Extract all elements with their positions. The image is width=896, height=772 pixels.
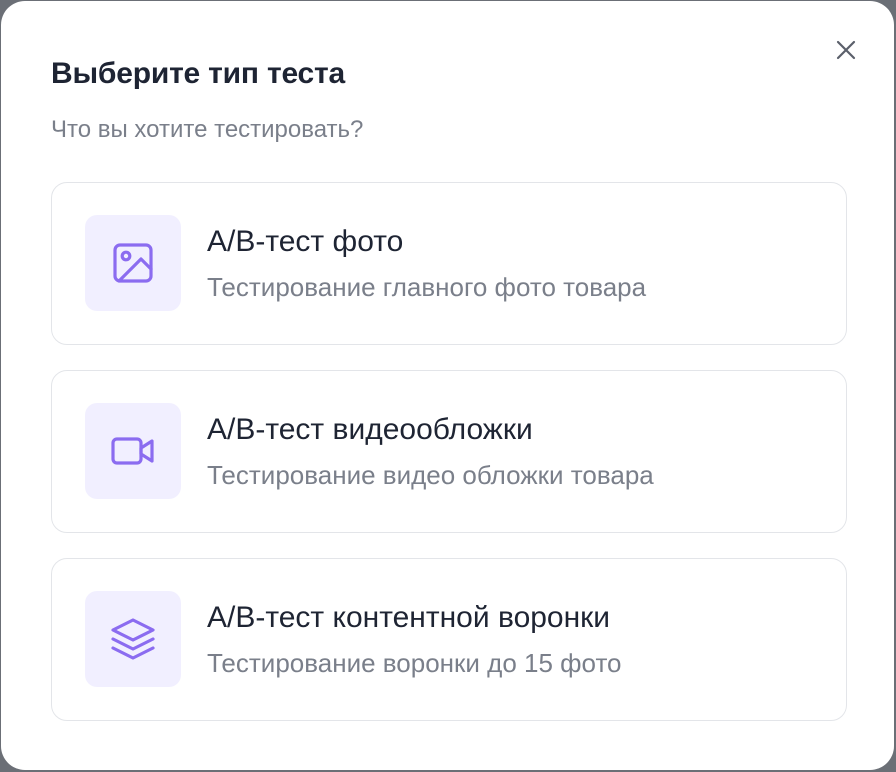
image-icon — [113, 243, 153, 283]
option-description: Тестирование главного фото товара — [207, 272, 647, 302]
option-icon-container — [85, 215, 181, 311]
option-title: A/B-тест фото — [207, 225, 404, 258]
video-icon — [111, 437, 154, 465]
close-icon — [836, 40, 856, 60]
option-description: Тестирование видео обложки товара — [207, 460, 654, 490]
test-type-dialog: Выберите тип теста Что вы хотите тестиро… — [1, 1, 894, 770]
close-button[interactable] — [831, 35, 861, 65]
option-description: Тестирование воронки до 15 фото — [207, 648, 622, 678]
option-photo-test[interactable]: A/B-тест фото Тестирование главного фото… — [51, 182, 847, 345]
option-title: A/B-тест видеообложки — [207, 413, 533, 446]
option-icon-container — [85, 403, 181, 499]
option-video-cover-test[interactable]: A/B-тест видеообложки Тестирование видео… — [51, 370, 847, 533]
dialog-title: Выберите тип теста — [51, 57, 346, 90]
dialog-subtitle: Что вы хотите тестировать? — [51, 116, 364, 143]
layers-icon — [111, 618, 155, 660]
option-icon-container — [85, 591, 181, 687]
option-content-funnel-test[interactable]: A/B-тест контентной воронки Тестирование… — [51, 558, 847, 721]
option-title: A/B-тест контентной воронки — [207, 601, 611, 634]
